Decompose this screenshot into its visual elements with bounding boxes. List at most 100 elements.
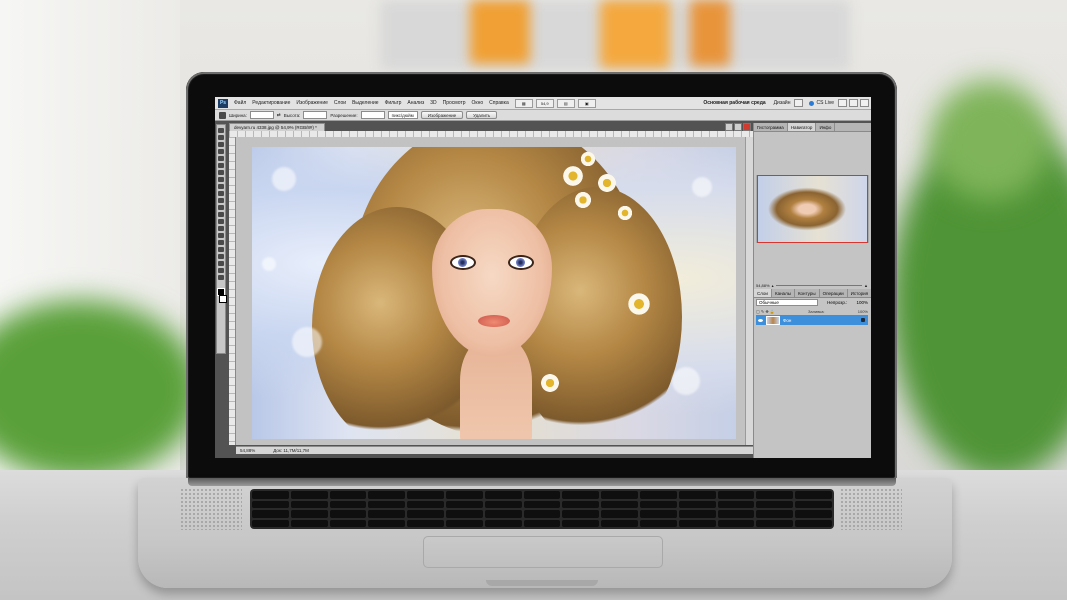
- type-tool-icon[interactable]: [218, 233, 224, 238]
- arrange-documents-button[interactable]: ▤: [556, 98, 575, 108]
- shape-tool-icon[interactable]: [218, 247, 224, 252]
- keyboard-key[interactable]: [445, 500, 483, 508]
- keyboard-key[interactable]: [368, 491, 406, 499]
- keyboard-key[interactable]: [795, 500, 832, 508]
- keyboard-key[interactable]: [445, 510, 483, 518]
- keyboard-key[interactable]: [795, 491, 832, 499]
- tab-history[interactable]: История: [848, 289, 871, 297]
- keyboard-key[interactable]: [601, 500, 638, 508]
- keyboard-key[interactable]: [601, 510, 638, 518]
- keyboard-key[interactable]: [601, 491, 638, 499]
- keyboard-key[interactable]: [484, 519, 522, 527]
- front-image-button[interactable]: Изображение: [420, 111, 464, 119]
- dodge-tool-icon[interactable]: [218, 219, 224, 224]
- keyboard-key[interactable]: [368, 519, 406, 527]
- keyboard-key[interactable]: [252, 519, 289, 527]
- lock-icons[interactable]: ▢ ✎ ✥ 🔒: [756, 309, 775, 314]
- blur-tool-icon[interactable]: [218, 212, 224, 217]
- keyboard-key[interactable]: [484, 500, 522, 508]
- navigator-zoom-value[interactable]: 54,88%: [756, 283, 770, 288]
- document-tab[interactable]: devyarn.ru 4338.jpg @ 54,9% (RGB/8#) *: [229, 123, 325, 131]
- keyboard-key[interactable]: [407, 510, 444, 518]
- clone-stamp-tool-icon[interactable]: [218, 184, 224, 189]
- keyboard-key[interactable]: [445, 491, 483, 499]
- minimize-button[interactable]: [838, 99, 847, 107]
- clear-button[interactable]: Удалить: [466, 111, 498, 119]
- keyboard-key[interactable]: [678, 519, 716, 527]
- keyboard-key[interactable]: [717, 491, 755, 499]
- blend-mode-select[interactable]: Обычные: [756, 299, 818, 306]
- maximize-button[interactable]: [849, 99, 858, 107]
- keyboard-key[interactable]: [368, 510, 406, 518]
- keyboard-key[interactable]: [290, 510, 328, 518]
- keyboard-key[interactable]: [562, 500, 600, 508]
- keyboard-key[interactable]: [523, 500, 561, 508]
- path-select-tool-icon[interactable]: [218, 240, 224, 245]
- keyboard-key[interactable]: [329, 519, 367, 527]
- menu-layers[interactable]: Слои: [331, 100, 349, 106]
- keyboard-key[interactable]: [756, 500, 794, 508]
- layer-row-background[interactable]: Фон: [756, 315, 868, 325]
- doc-close-button[interactable]: [743, 123, 751, 131]
- keyboard-key[interactable]: [484, 510, 522, 518]
- history-brush-tool-icon[interactable]: [218, 191, 224, 196]
- eraser-tool-icon[interactable]: [218, 198, 224, 203]
- keyboard-key[interactable]: [678, 500, 716, 508]
- keyboard-key[interactable]: [562, 519, 600, 527]
- hand-tool-button[interactable]: ▦: [514, 98, 533, 108]
- workspace-essentials[interactable]: Основная рабочая среда: [699, 100, 769, 106]
- crop-tool-icon[interactable]: [218, 156, 224, 161]
- keyboard-key[interactable]: [523, 510, 561, 518]
- doc-maximize-button[interactable]: [734, 123, 742, 131]
- keyboard-key[interactable]: [601, 519, 638, 527]
- keyboard-key[interactable]: [290, 491, 328, 499]
- lasso-tool-icon[interactable]: [218, 142, 224, 147]
- keyboard-key[interactable]: [407, 500, 444, 508]
- keyboard-key[interactable]: [717, 519, 755, 527]
- menu-window[interactable]: Окно: [469, 100, 487, 106]
- keyboard-key[interactable]: [523, 519, 561, 527]
- keyboard-key[interactable]: [639, 510, 677, 518]
- hand-tool-icon[interactable]: [218, 268, 224, 273]
- keyboard[interactable]: [250, 489, 834, 529]
- keyboard-key[interactable]: [717, 500, 755, 508]
- keyboard-key[interactable]: [562, 491, 600, 499]
- keyboard-key[interactable]: [523, 491, 561, 499]
- zoom-out-icon[interactable]: ▴: [772, 283, 774, 288]
- keyboard-key[interactable]: [562, 510, 600, 518]
- keyboard-key[interactable]: [407, 491, 444, 499]
- keyboard-key[interactable]: [678, 491, 716, 499]
- crop-tool-icon[interactable]: [219, 111, 226, 119]
- fill-value[interactable]: 100%: [858, 309, 868, 314]
- 3d-orbit-tool-icon[interactable]: [218, 261, 224, 266]
- close-button[interactable]: [860, 99, 869, 107]
- resolution-field[interactable]: [360, 111, 385, 119]
- 3d-rotate-tool-icon[interactable]: [218, 254, 224, 259]
- tab-paths[interactable]: Контуры: [795, 289, 820, 297]
- navigator-zoom-slider[interactable]: [775, 285, 863, 286]
- status-zoom[interactable]: 54,88%: [240, 448, 255, 453]
- navigator-preview[interactable]: [756, 175, 869, 243]
- pen-tool-icon[interactable]: [218, 226, 224, 231]
- healing-tool-icon[interactable]: [218, 170, 224, 175]
- zoom-in-icon[interactable]: ▲: [864, 283, 868, 288]
- workspace-design[interactable]: Дизайн: [770, 100, 795, 106]
- tab-actions[interactable]: Операции: [820, 289, 848, 297]
- keyboard-key[interactable]: [252, 491, 289, 499]
- keyboard-key[interactable]: [445, 519, 483, 527]
- gradient-tool-icon[interactable]: [218, 205, 224, 210]
- menu-select[interactable]: Выделение: [349, 100, 382, 106]
- tab-layers[interactable]: Слои: [754, 289, 772, 297]
- background-color-swatch[interactable]: [219, 295, 227, 303]
- width-field[interactable]: [249, 111, 274, 119]
- keyboard-key[interactable]: [484, 491, 522, 499]
- tab-navigator[interactable]: Навигатор: [787, 123, 817, 131]
- keyboard-key[interactable]: [329, 510, 367, 518]
- keyboard-key[interactable]: [407, 519, 444, 527]
- move-tool-icon[interactable]: [218, 128, 224, 133]
- expand-workspaces-icon[interactable]: [794, 99, 804, 107]
- keyboard-key[interactable]: [329, 500, 367, 508]
- layer-name[interactable]: Фон: [783, 318, 791, 323]
- keyboard-key[interactable]: [639, 519, 677, 527]
- eyedropper-tool-icon[interactable]: [218, 163, 224, 168]
